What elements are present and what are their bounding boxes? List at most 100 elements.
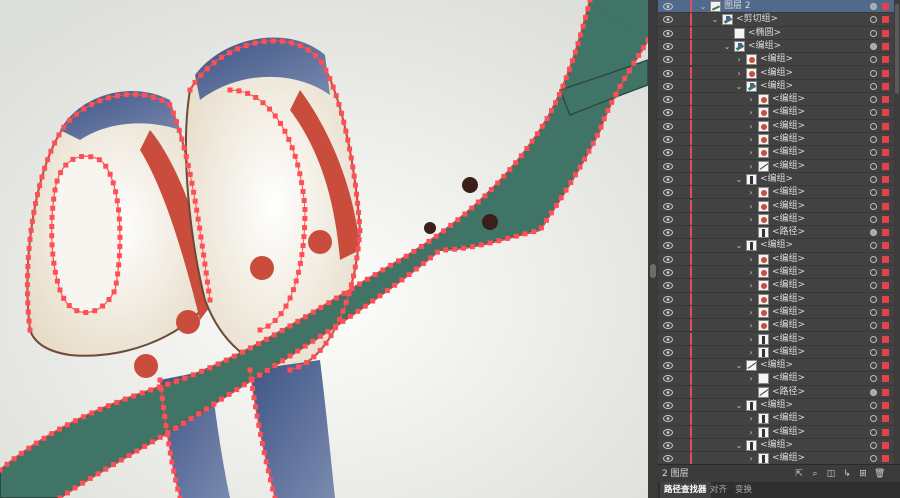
tab-align[interactable]: 对齐 [706,482,731,498]
anchor-point[interactable] [211,60,217,66]
anchor-point[interactable] [370,298,376,304]
target-circle-icon[interactable] [870,322,877,330]
visibility-eye-icon[interactable] [663,322,673,330]
anchor-point[interactable] [578,32,584,38]
anchor-point[interactable] [49,233,55,239]
anchor-point[interactable] [267,106,273,112]
delete-icon[interactable]: 🗑 [874,469,885,479]
selection-indicator[interactable] [882,428,889,436]
anchor-point[interactable] [399,277,405,283]
anchor-point[interactable] [26,245,32,251]
visibility-eye-icon[interactable] [663,229,673,237]
visibility-eye-icon[interactable] [663,56,673,64]
layer-name[interactable]: <编组> [772,279,805,292]
selection-indicator[interactable] [882,175,889,183]
anchor-point[interactable] [279,38,285,44]
expand-chevron-right-icon[interactable]: › [746,254,756,265]
anchor-point[interactable] [61,124,67,130]
visibility-eye-icon[interactable] [663,16,673,24]
layer-row[interactable]: ⌄ <编组> [658,399,900,413]
anchor-point[interactable] [263,336,269,342]
anchor-point[interactable] [355,200,361,206]
anchor-point[interactable] [572,172,578,178]
layer-name[interactable]: <编组> [772,106,805,119]
anchor-point[interactable] [348,155,354,161]
anchor-point[interactable] [304,360,310,366]
anchor-point[interactable] [49,242,55,248]
anchor-point[interactable] [351,273,357,279]
anchor-point[interactable] [601,116,607,122]
layer-name[interactable]: <编组> [760,239,793,252]
layer-name[interactable]: <编组> [772,200,805,213]
anchor-point[interactable] [201,252,207,258]
anchor-point[interactable] [117,244,123,250]
anchor-point[interactable] [176,127,182,133]
anchor-point[interactable] [203,406,209,412]
anchor-point[interactable] [260,100,266,106]
anchor-point[interactable] [505,235,511,241]
selection-indicator[interactable] [882,375,889,383]
anchor-point[interactable] [116,207,122,213]
target-circle-icon[interactable] [870,16,877,24]
layer-name[interactable]: <椭圆> [748,27,781,40]
anchor-point[interactable] [150,94,156,100]
layer-name[interactable]: <编组> [772,372,805,385]
target-circle-icon[interactable] [870,215,877,223]
anchor-point[interactable] [318,59,324,65]
anchor-point[interactable] [575,41,581,47]
anchor-point[interactable] [406,271,412,277]
anchor-point[interactable] [179,136,185,142]
anchor-point[interactable] [33,440,39,446]
anchor-point[interactable] [302,343,308,349]
anchor-point[interactable] [403,253,409,259]
anchor-point[interactable] [64,422,70,428]
anchor-point[interactable] [248,345,254,351]
anchor-point[interactable] [118,457,124,463]
target-circle-icon[interactable] [870,42,877,50]
anchor-point[interactable] [297,260,303,266]
visibility-eye-icon[interactable] [663,29,673,37]
layer-row[interactable]: <路径> [658,226,900,240]
selection-indicator[interactable] [882,162,889,170]
anchor-point[interactable] [272,317,278,323]
layer-row[interactable]: <路径> [658,385,900,399]
anchor-point[interactable] [543,217,549,223]
anchor-point[interactable] [325,328,331,334]
anchor-point[interactable] [310,338,316,344]
anchor-point[interactable] [183,154,189,160]
layer-name[interactable]: <编组> [760,173,793,186]
visibility-eye-icon[interactable] [663,122,673,130]
anchor-point[interactable] [234,387,240,393]
anchor-point[interactable] [426,238,432,244]
anchor-point[interactable] [622,76,628,82]
anchor-point[interactable] [427,255,433,261]
anchor-point[interactable] [411,248,417,254]
anchor-point[interactable] [113,280,119,286]
anchor-point[interactable] [343,128,349,134]
anchor-point[interactable] [302,216,308,222]
anchor-point[interactable] [279,327,285,333]
anchor-point[interactable] [103,466,109,472]
anchor-point[interactable] [548,108,554,114]
layer-name[interactable]: <路径> [772,226,805,239]
anchor-point[interactable] [482,193,488,199]
visibility-eye-icon[interactable] [663,42,673,50]
target-circle-icon[interactable] [870,175,877,183]
anchor-point[interactable] [318,304,324,310]
anchor-point[interactable] [443,247,449,253]
anchor-point[interactable] [264,367,270,373]
anchor-point[interactable] [278,311,284,317]
search-icon[interactable]: ⌕ [810,469,820,479]
anchor-point[interactable] [245,90,251,96]
anchor-point[interactable] [196,411,202,417]
layer-name[interactable]: <编组> [772,160,805,173]
anchor-point[interactable] [188,416,194,422]
visibility-eye-icon[interactable] [663,149,673,157]
layer-name[interactable]: <编组> [772,452,805,464]
anchor-point[interactable] [11,456,17,462]
anchor-point[interactable] [287,295,293,301]
expand-chevron-right-icon[interactable]: › [746,134,756,145]
anchor-point[interactable] [173,378,179,384]
anchor-point[interactable] [292,153,298,159]
anchor-point[interactable] [49,431,55,437]
